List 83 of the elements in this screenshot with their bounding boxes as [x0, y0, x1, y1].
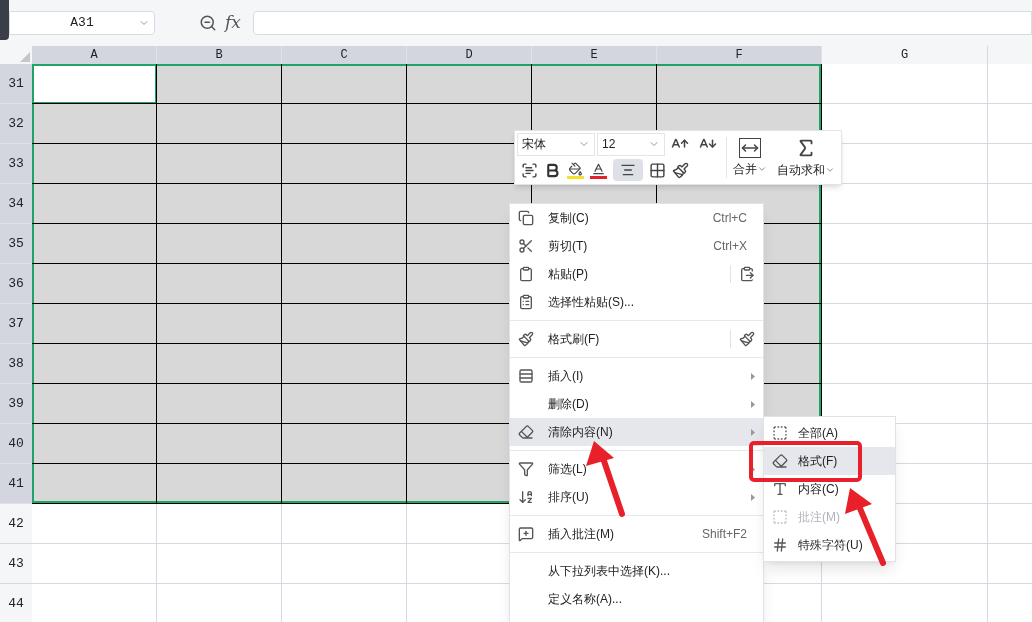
row-header[interactable]: 38	[0, 344, 32, 384]
paintbrush-icon[interactable]	[672, 161, 689, 179]
menu-label: 插入(I)	[548, 368, 584, 385]
hash-icon	[772, 537, 788, 553]
menu-label: 删除(D)	[548, 396, 589, 413]
menu-item[interactable]: 定义名称(A)...	[510, 585, 763, 613]
filter-icon	[518, 461, 534, 477]
menu-item[interactable]: 剪切(T) Ctrl+X	[510, 232, 763, 260]
row-header[interactable]: 43	[0, 544, 32, 584]
menu-item[interactable]: 全部(A)	[764, 419, 895, 447]
menu-item[interactable]: 格式(F)	[764, 447, 895, 475]
menu-item[interactable]: 格式刷(F)	[510, 325, 763, 353]
menu-item[interactable]: 从下拉列表中选择(K)...	[510, 557, 763, 585]
formula-input[interactable]	[252, 11, 1032, 35]
merge-cells-icon	[739, 137, 761, 158]
sort-icon	[518, 489, 534, 505]
fx-label: fx	[225, 11, 241, 35]
menu-label: 剪切(T)	[548, 238, 588, 255]
menu-label: 排序(U)	[548, 489, 589, 506]
scan-icon[interactable]	[521, 161, 538, 179]
zoom-out-icon[interactable]	[199, 14, 217, 32]
copy-icon	[518, 210, 534, 226]
menu-item[interactable]: 复制(C) Ctrl+C	[510, 204, 763, 232]
menu-item[interactable]: 粘贴(P)	[510, 260, 763, 288]
row-header[interactable]: 36	[0, 264, 32, 304]
paintbrush-icon[interactable]	[739, 331, 755, 347]
row-header[interactable]: 34	[0, 184, 32, 224]
row-header[interactable]: 37	[0, 304, 32, 344]
menu-item[interactable]: 内容(C)	[764, 475, 895, 503]
column-header[interactable]: C	[282, 46, 407, 64]
row-header[interactable]: 33	[0, 144, 32, 184]
menu-label: 筛选(L)	[548, 461, 587, 478]
eraser-icon	[772, 453, 788, 469]
font-color-icon[interactable]	[590, 161, 607, 179]
row-header[interactable]: 31	[0, 64, 32, 104]
column-header[interactable]: G	[822, 46, 988, 64]
scissors-icon	[518, 238, 534, 254]
column-header[interactable]: A	[32, 46, 157, 64]
row-header[interactable]: 40	[0, 424, 32, 464]
fill-color-icon[interactable]	[567, 161, 584, 179]
comment-plus-icon	[518, 526, 534, 542]
menu-label: 粘贴(P)	[548, 266, 588, 283]
name-box[interactable]: A31	[9, 11, 155, 35]
menu-item[interactable]: 特殊字符(U)	[764, 531, 895, 559]
clipboard-icon	[518, 266, 534, 282]
menu-label: 从下拉列表中选择(K)...	[548, 563, 670, 580]
row-header[interactable]: 39	[0, 384, 32, 424]
menu-label: 格式刷(F)	[548, 331, 600, 348]
autosum-button[interactable]: 自动求和	[773, 133, 839, 182]
menu-item[interactable]: 清除内容(N)	[510, 418, 763, 446]
shortcut-label: Ctrl+C	[712, 210, 747, 227]
shortcut-label: Ctrl+X	[713, 238, 747, 255]
column-header[interactable]: D	[407, 46, 532, 64]
menu-item[interactable]: 排序(U)	[510, 483, 763, 511]
row-header[interactable]: 44	[0, 584, 32, 622]
bold-icon[interactable]	[544, 161, 561, 179]
menu-item[interactable]: 选择性粘贴(S)...	[510, 288, 763, 316]
borders-icon[interactable]	[649, 161, 666, 179]
row-header[interactable]: 42	[0, 504, 32, 544]
menu-label: 清除内容(N)	[548, 424, 613, 441]
clipboard-icon	[518, 294, 534, 310]
row-header[interactable]: 32	[0, 104, 32, 144]
eraser-icon	[518, 424, 534, 440]
row-header[interactable]: 35	[0, 224, 32, 264]
column-header[interactable]: E	[532, 46, 657, 64]
column-header[interactable]: F	[657, 46, 822, 64]
rows-icon	[518, 368, 534, 384]
menu-label: 选择性粘贴(S)...	[548, 294, 634, 311]
column-header[interactable]: B	[157, 46, 282, 64]
paintbrush-icon	[518, 331, 534, 347]
font-select[interactable]: 宋体	[517, 133, 595, 156]
size-select[interactable]: 12	[597, 133, 665, 156]
menu-item[interactable]: 插入(I)	[510, 362, 763, 390]
paste-text-icon[interactable]	[739, 266, 755, 282]
menu-label: 定义名称(A)...	[548, 591, 622, 608]
align-button[interactable]	[613, 159, 643, 182]
menu-label: 复制(C)	[548, 210, 589, 227]
menu-item[interactable]: 删除(D)	[510, 390, 763, 418]
merge-button[interactable]: 合并	[727, 133, 773, 182]
menu-label: 插入批注(M)	[548, 526, 614, 543]
menu-item[interactable]: 插入批注(M) Shift+F2	[510, 520, 763, 548]
shortcut-label: Shift+F2	[701, 526, 747, 543]
row-header[interactable]: 41	[0, 464, 32, 504]
